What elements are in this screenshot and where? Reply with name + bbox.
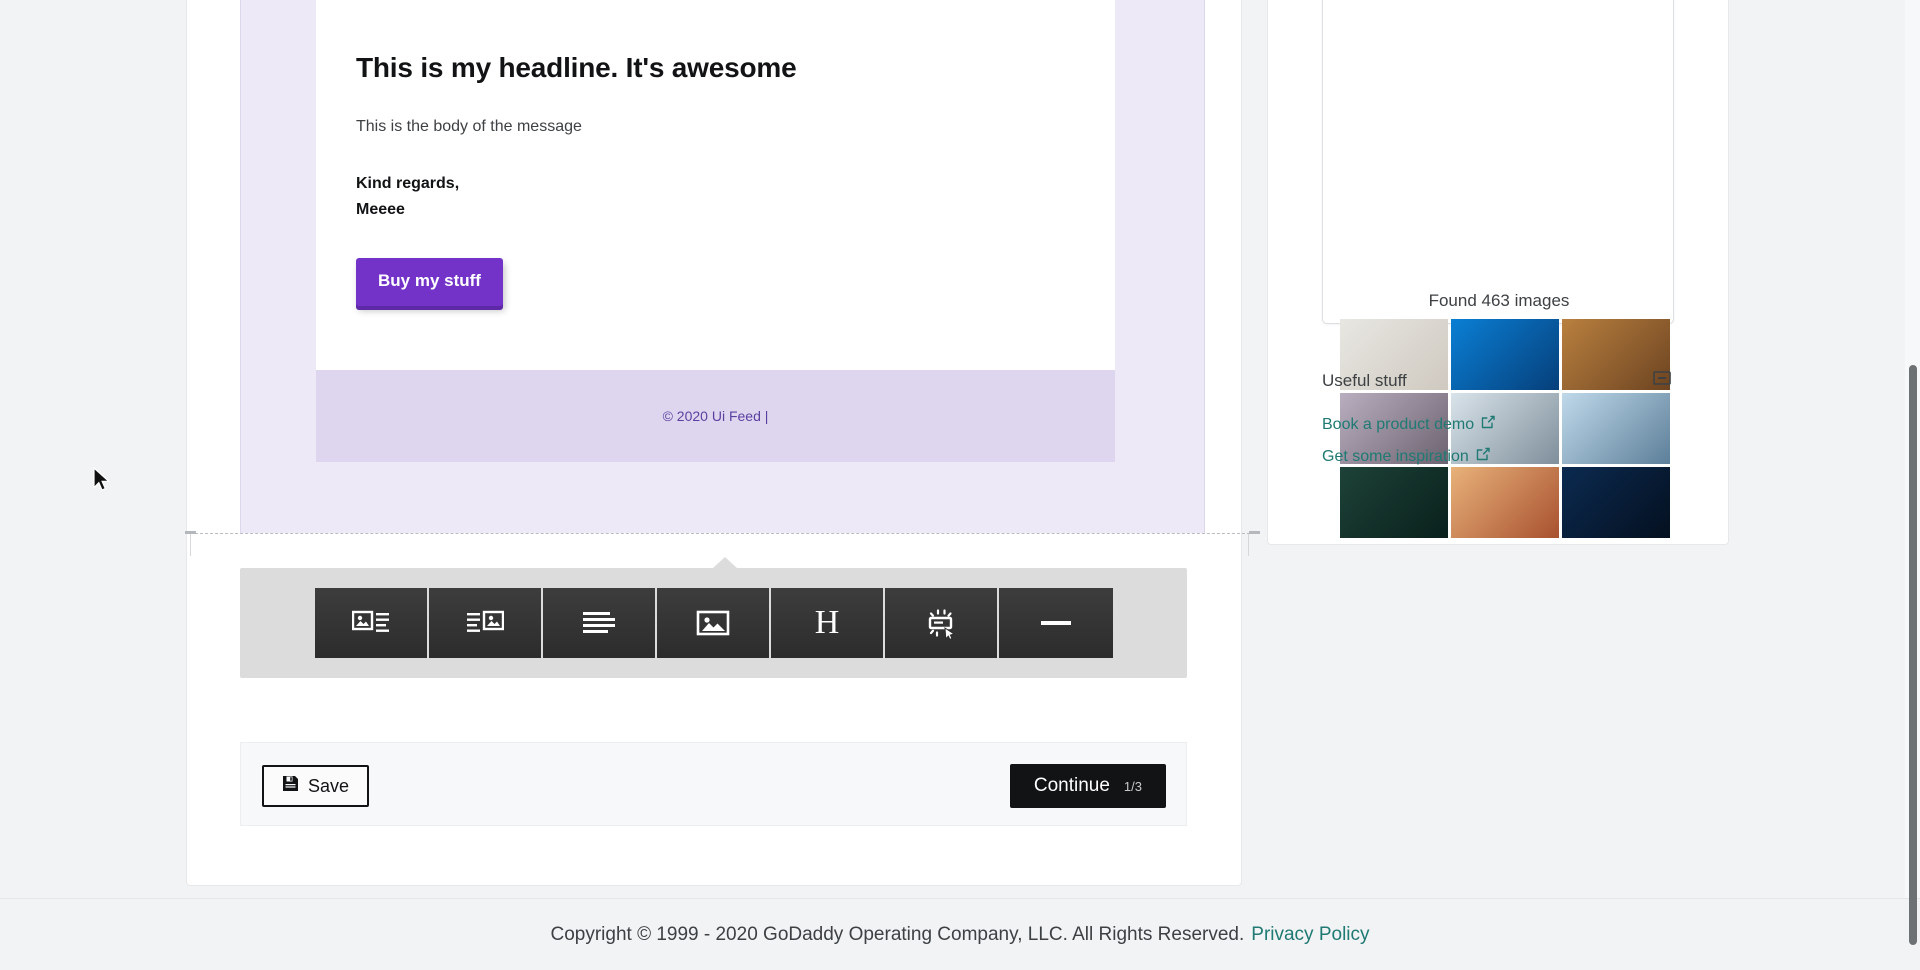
save-button[interactable]: Save <box>262 765 370 807</box>
image-only-layout-button[interactable] <box>657 588 771 658</box>
email-preview[interactable]: This is my headline. It's awesome This i… <box>185 0 1260 556</box>
page-footer: Copyright © 1999 - 2020 GoDaddy Operatin… <box>0 898 1920 970</box>
divider-icon <box>1041 618 1071 628</box>
book-product-demo-label: Book a product demo <box>1322 415 1475 433</box>
external-link-icon <box>1476 447 1490 466</box>
heading-block-button[interactable]: H <box>771 588 885 658</box>
useful-stuff-title: Useful stuff <box>1322 371 1407 390</box>
image-thumbnail[interactable] <box>1562 393 1670 464</box>
mouse-cursor <box>93 466 113 495</box>
signoff-line-1: Kind regards, <box>356 175 460 192</box>
save-button-label: Save <box>308 775 350 796</box>
buy-my-stuff-button[interactable]: Buy my stuff <box>356 258 503 307</box>
email-canvas: This is my headline. It's awesome This i… <box>240 0 1205 533</box>
image-results-panel: Found 463 images <box>1322 0 1674 538</box>
image-left-layout-button[interactable] <box>315 588 429 658</box>
get-inspiration-label: Get some inspiration <box>1322 447 1469 465</box>
action-bar: Save Continue 1/3 <box>240 742 1187 826</box>
continue-button[interactable]: Continue 1/3 <box>1009 764 1166 808</box>
minimize-icon[interactable] <box>1653 370 1671 386</box>
divider-block-button[interactable] <box>999 588 1113 658</box>
block-toolbar: H <box>315 588 1113 658</box>
button-click-icon <box>923 605 959 641</box>
images-found-label: Found 463 images <box>1428 291 1570 310</box>
continue-step-count: 1/3 <box>1123 778 1142 794</box>
book-product-demo-link[interactable]: Book a product demo <box>1322 415 1495 434</box>
email-body-text[interactable]: This is the body of the message <box>356 115 1075 139</box>
selection-boundary <box>185 533 1260 534</box>
toolbar-caret <box>713 557 737 568</box>
floppy-disk-icon <box>282 775 299 797</box>
image-right-layout-button[interactable] <box>429 588 543 658</box>
image-icon <box>696 609 730 637</box>
selection-handle-right[interactable] <box>1249 531 1260 534</box>
image-thumbnail[interactable] <box>1340 467 1448 538</box>
scrollbar-track[interactable] <box>1905 0 1920 945</box>
image-thumbnail[interactable] <box>1562 467 1670 538</box>
image-left-icon <box>352 609 390 637</box>
email-headline[interactable]: This is my headline. It's awesome <box>356 0 1075 85</box>
text-lines-icon <box>582 610 616 636</box>
get-inspiration-link[interactable]: Get some inspiration <box>1322 447 1490 466</box>
email-signoff[interactable]: Kind regards, Meeee <box>356 171 1075 222</box>
block-toolbar-shell: H <box>240 557 1187 678</box>
page-root: This is my headline. It's awesome This i… <box>0 0 1920 970</box>
image-thumbnail[interactable] <box>1451 467 1559 538</box>
copyright-text: Copyright © 1999 - 2020 GoDaddy Operatin… <box>550 923 1245 945</box>
selection-tick-right <box>1248 534 1249 556</box>
selection-tick-left <box>190 534 191 556</box>
heading-icon: H <box>814 604 840 641</box>
signoff-line-2: Meeee <box>356 200 405 218</box>
text-only-layout-button[interactable] <box>543 588 657 658</box>
scrollbar-thumb[interactable] <box>1909 365 1917 945</box>
email-content: This is my headline. It's awesome This i… <box>316 0 1115 370</box>
email-footer: © 2020 Ui Feed | <box>316 370 1115 463</box>
image-thumbnail[interactable] <box>1451 319 1559 390</box>
continue-button-label: Continue <box>1033 775 1110 796</box>
image-right-icon <box>466 609 504 637</box>
email-body: This is my headline. It's awesome This i… <box>316 0 1115 463</box>
privacy-policy-link[interactable]: Privacy Policy <box>1251 924 1369 946</box>
button-block-button[interactable] <box>885 588 999 658</box>
external-link-icon <box>1481 415 1495 434</box>
